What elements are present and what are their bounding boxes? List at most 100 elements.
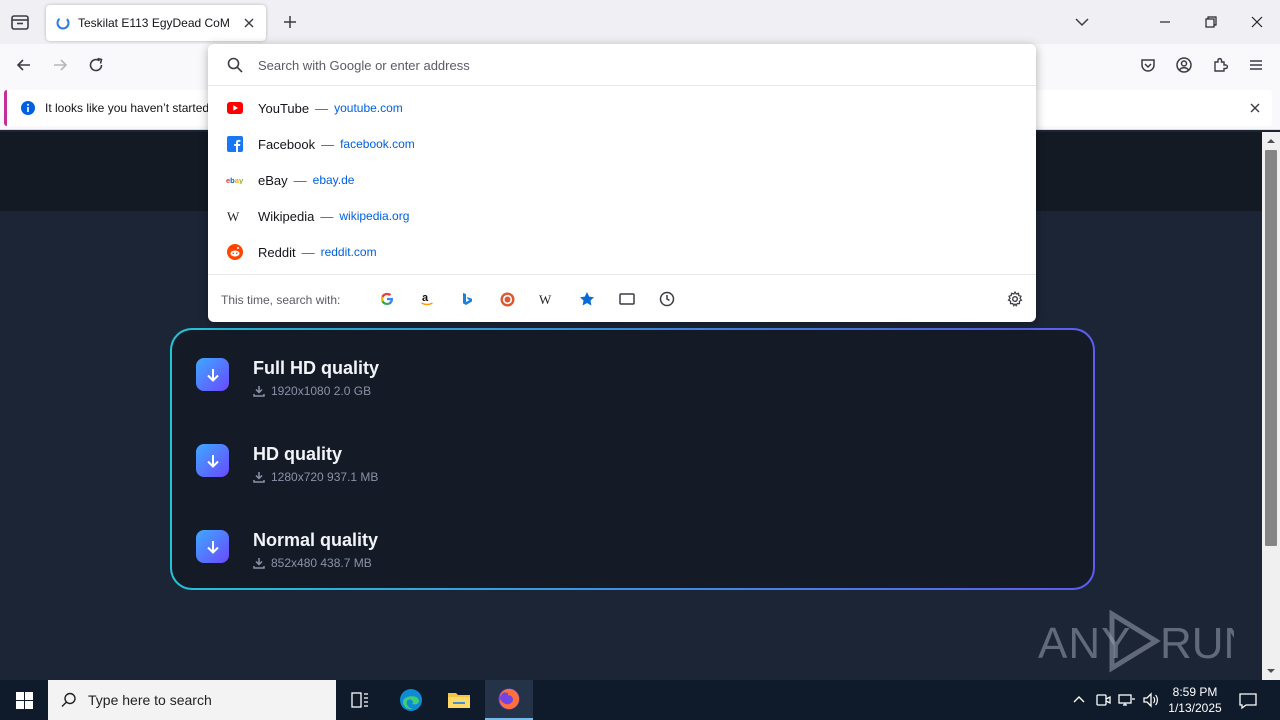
notification-message: It looks like you haven’t started — [45, 101, 210, 115]
windows-taskbar: Type here to search 8:59 PM 1/13/2025 — [0, 680, 1280, 720]
tabs-icon[interactable] — [617, 289, 637, 309]
duckduckgo-icon[interactable] — [497, 289, 517, 309]
download-arrow-icon[interactable] — [196, 530, 229, 563]
forward-arrow-icon[interactable] — [50, 55, 70, 75]
google-icon[interactable] — [377, 289, 397, 309]
search-settings-gear-icon[interactable] — [1005, 289, 1025, 309]
svg-text:ebay: ebay — [226, 176, 244, 184]
file-explorer-icon[interactable] — [435, 680, 483, 720]
close-window-icon[interactable] — [1247, 12, 1267, 32]
search-icon — [227, 57, 243, 73]
list-all-tabs-chevron-icon[interactable] — [1072, 12, 1092, 32]
bookmarks-star-icon[interactable] — [577, 289, 597, 309]
download-meta: 852x480 438.7 MB — [271, 556, 372, 570]
extensions-puzzle-icon[interactable] — [1210, 55, 1230, 75]
download-option-hd[interactable]: HD quality 1280x720 937.1 MB — [196, 444, 1056, 504]
notification-close-icon[interactable] — [1248, 101, 1262, 115]
tab-list-icon[interactable] — [8, 10, 32, 34]
pocket-icon[interactable] — [1138, 55, 1158, 75]
scroll-up-icon[interactable] — [1267, 137, 1275, 145]
suggestion-reddit[interactable]: Reddit — reddit.com — [208, 234, 1036, 270]
back-arrow-icon[interactable] — [14, 55, 34, 75]
search-with-label: This time, search with: — [221, 293, 341, 307]
scroll-down-icon[interactable] — [1267, 667, 1275, 675]
urlbar-input-row[interactable]: Search with Google or enter address — [208, 44, 1036, 86]
suggestion-name: Facebook — [258, 136, 316, 152]
facebook-icon — [226, 135, 244, 153]
tab-title: Teskilat E113 EgyDead CoM — [78, 16, 230, 30]
suggestion-facebook[interactable]: Facebook — facebook.com — [208, 126, 1036, 162]
suggestion-dash: — — [293, 172, 307, 188]
suggestion-url: wikipedia.org — [339, 209, 410, 223]
tab-bar: Teskilat E113 EgyDead CoM — [0, 0, 1280, 44]
download-arrow-icon[interactable] — [196, 444, 229, 477]
reload-icon[interactable] — [86, 55, 106, 75]
suggestion-ebay[interactable]: ebay eBay — ebay.de — [208, 162, 1036, 198]
taskbar-search-box[interactable]: Type here to search — [48, 680, 336, 720]
scroll-thumb[interactable] — [1265, 150, 1277, 546]
bing-icon[interactable] — [457, 289, 477, 309]
svg-text:W: W — [227, 210, 240, 222]
windows-start-icon[interactable] — [0, 680, 48, 720]
svg-text:a: a — [422, 292, 429, 304]
info-icon — [21, 101, 35, 115]
download-options-panel: Full HD quality 1920x1080 2.0 GB HD qual… — [170, 328, 1095, 590]
download-title[interactable]: Full HD quality — [253, 358, 379, 379]
one-off-search-bar: This time, search with: a W — [208, 274, 1036, 322]
svg-text:ANY: ANY — [1038, 619, 1131, 668]
suggestion-youtube[interactable]: YouTube — youtube.com — [208, 90, 1036, 126]
page-scrollbar[interactable] — [1262, 132, 1280, 680]
urlbar-dropdown: Search with Google or enter address YouT… — [208, 44, 1036, 322]
edge-browser-icon[interactable] — [387, 680, 435, 720]
clock-date: 1/13/2025 — [1168, 701, 1222, 715]
clock-time: 8:59 PM — [1172, 685, 1218, 699]
suggestion-name: Reddit — [258, 244, 296, 260]
history-icon[interactable] — [657, 289, 677, 309]
download-small-icon — [253, 558, 265, 569]
download-small-icon — [253, 472, 265, 483]
download-option-normal[interactable]: Normal quality 852x480 438.7 MB — [196, 530, 1056, 590]
network-icon[interactable] — [1118, 691, 1136, 709]
svg-text:W: W — [539, 293, 552, 305]
svg-text:RUN: RUN — [1160, 619, 1234, 668]
suggestion-url: ebay.de — [312, 173, 355, 187]
notifications-icon[interactable] — [1238, 691, 1258, 711]
loading-favicon-icon — [56, 16, 70, 30]
suggestion-dash: — — [315, 100, 329, 116]
menu-hamburger-icon[interactable] — [1246, 55, 1266, 75]
tray-chevron-up-icon[interactable] — [1070, 691, 1088, 709]
restore-icon[interactable] — [1201, 12, 1221, 32]
firefox-icon[interactable] — [485, 680, 533, 720]
suggestion-dash: — — [321, 136, 335, 152]
download-option-full-hd[interactable]: Full HD quality 1920x1080 2.0 GB — [196, 358, 1056, 418]
download-arrow-icon[interactable] — [196, 358, 229, 391]
amazon-icon[interactable]: a — [417, 289, 437, 309]
volume-icon[interactable] — [1142, 691, 1160, 709]
suggestion-dash: — — [301, 244, 315, 260]
wikipedia-icon[interactable]: W — [537, 289, 557, 309]
tray-meet-icon[interactable] — [1094, 691, 1112, 709]
tab-close-icon[interactable] — [242, 16, 256, 30]
download-title[interactable]: Normal quality — [253, 530, 378, 551]
urlbar-placeholder[interactable]: Search with Google or enter address — [258, 58, 470, 73]
youtube-icon — [226, 99, 244, 117]
download-title[interactable]: HD quality — [253, 444, 342, 465]
download-meta: 1280x720 937.1 MB — [271, 470, 379, 484]
minimize-icon[interactable] — [1155, 12, 1175, 32]
new-tab-icon[interactable] — [280, 12, 300, 32]
task-view-icon[interactable] — [336, 680, 384, 720]
taskbar-search-placeholder[interactable]: Type here to search — [88, 692, 212, 708]
suggestion-name: eBay — [258, 172, 288, 188]
taskbar-search-icon — [61, 692, 76, 707]
system-clock[interactable]: 8:59 PM 1/13/2025 — [1160, 684, 1230, 716]
reddit-icon — [226, 243, 244, 261]
download-meta: 1920x1080 2.0 GB — [271, 384, 372, 398]
suggestion-url: facebook.com — [340, 137, 415, 151]
suggestion-url: reddit.com — [320, 245, 377, 259]
browser-tab[interactable]: Teskilat E113 EgyDead CoM — [46, 5, 266, 41]
suggestion-wikipedia[interactable]: W Wikipedia — wikipedia.org — [208, 198, 1036, 234]
account-icon[interactable] — [1174, 55, 1194, 75]
suggestion-url: youtube.com — [334, 101, 403, 115]
suggestion-dash: — — [320, 208, 334, 224]
download-small-icon — [253, 386, 265, 397]
